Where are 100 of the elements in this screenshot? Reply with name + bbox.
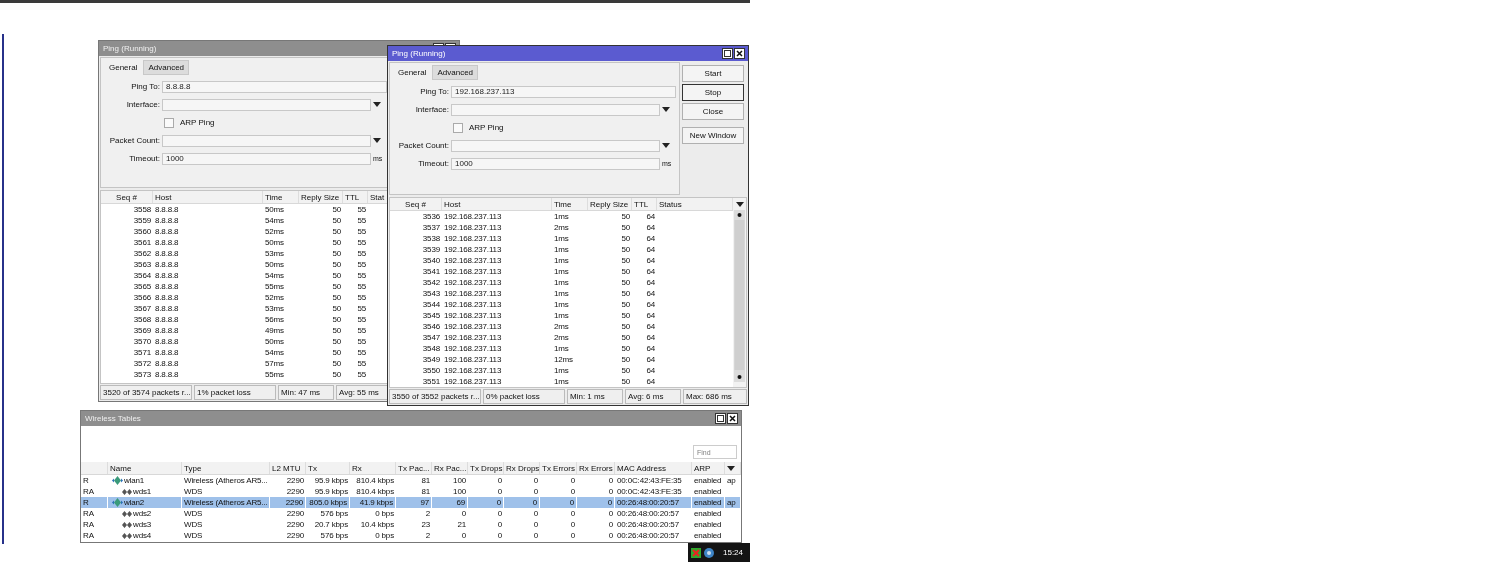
action-button[interactable]: Close: [682, 103, 744, 120]
action-button[interactable]: Start: [682, 65, 744, 82]
table-cell-text: 55: [356, 303, 367, 314]
maximize-button[interactable]: [715, 413, 726, 424]
table-row[interactable]: R wlan2 Wireless (Atheros AR5... 2290 805.0 kbps 41.9 kbps 97 69 0 0 0 0 00:26:48:00:20:57 enabled ap: [81, 497, 741, 508]
checkbox[interactable]: [164, 117, 174, 128]
table-cell-text: 81: [420, 475, 431, 486]
table-cell-text: 192.168.237.113: [443, 222, 503, 233]
column-header[interactable]: Rx Drops: [504, 462, 540, 474]
column-header[interactable]: Host: [153, 191, 263, 203]
table-row[interactable]: RA wds3 WDS 2290 20.7 kbps 10.4 kbps 23 21 0 0 0 0 00:26:48:00:20:57 enabled: [81, 519, 741, 530]
text-field[interactable]: 1000: [162, 152, 371, 165]
table-cell-text: 55: [356, 369, 367, 380]
column-header[interactable]: TTL: [632, 198, 657, 210]
column-header[interactable]: TTL: [343, 191, 368, 203]
column-header[interactable]: Rx: [350, 462, 396, 474]
table-cell-text: 55: [356, 347, 367, 358]
table-cell-text: 8.8.8.8: [154, 292, 180, 303]
column-header[interactable]: Rx Errors: [577, 462, 615, 474]
checkbox[interactable]: [453, 122, 463, 133]
column-header[interactable]: Tx Drops: [468, 462, 504, 474]
column-header[interactable]: Host: [442, 198, 552, 210]
tab[interactable]: Advanced: [143, 60, 190, 75]
table-cell-text: 192.168.237.113: [443, 277, 503, 288]
table-cell-text: 54ms: [264, 215, 285, 226]
action-button[interactable]: New Window: [682, 127, 744, 144]
column-header[interactable]: Rx Pac...: [432, 462, 468, 474]
table-cell-text: 3568: [132, 314, 152, 325]
table-cell-text: 50: [620, 299, 631, 310]
table-cell-text: 55: [356, 226, 367, 237]
table-cell-text: 21: [456, 519, 467, 530]
status-text: Min: 47 ms: [278, 385, 334, 400]
field-label: Timeout:: [417, 159, 449, 168]
table-cell-text: 49ms: [264, 325, 285, 336]
text-field[interactable]: 8.8.8.8: [162, 80, 387, 93]
table-cell-text: 3572: [132, 358, 152, 369]
dropdown-field[interactable]: [451, 139, 660, 152]
column-header[interactable]: Tx: [306, 462, 350, 474]
column-header[interactable]: Seq #: [390, 198, 442, 210]
caret-icon[interactable]: [373, 138, 381, 143]
scrollbar[interactable]: [734, 210, 745, 382]
dropdown-field[interactable]: [162, 98, 371, 111]
caret-icon[interactable]: [727, 465, 735, 471]
status-text: 1% packet loss: [194, 385, 276, 400]
dropdown-field[interactable]: [451, 103, 660, 116]
column-header[interactable]: Reply Size: [588, 198, 632, 210]
dropdown-field[interactable]: [162, 134, 371, 147]
table-cell-text: 192.168.237.113: [443, 299, 503, 310]
field-label: Ping To:: [130, 82, 160, 91]
column-header[interactable]: ARP: [692, 462, 725, 474]
caret-icon[interactable]: [373, 102, 381, 107]
column-header[interactable]: Tx Errors: [540, 462, 577, 474]
caret-icon[interactable]: [662, 143, 670, 148]
globe-icon[interactable]: [704, 547, 714, 558]
table-cell-text: 3573: [132, 369, 152, 380]
table-cell-text: 50: [620, 321, 631, 332]
table-cell-text: 0: [607, 530, 614, 541]
table-cell-text: 0: [532, 508, 539, 519]
text-field[interactable]: 192.168.237.113: [451, 85, 676, 98]
close-button[interactable]: [727, 413, 738, 424]
table-cell-text: 64: [645, 233, 656, 244]
text-field[interactable]: 1000: [451, 157, 660, 170]
table-cell-text: 2ms: [553, 332, 570, 343]
table-cell-text: 0: [496, 530, 503, 541]
table-row[interactable]: RA wds1 WDS 2290 95.9 kbps 810.4 kbps 81 100 0 0 0 0 00:0C:42:43:FE:35 enabled: [81, 486, 741, 497]
caret-icon[interactable]: [735, 201, 744, 207]
table-cell-text: 0: [569, 519, 576, 530]
table-row[interactable]: RA wds2 WDS 2290 576 bps 0 bps 2 0 0 0 0 0 00:26:48:00:20:57 enabled: [81, 508, 741, 519]
column-header[interactable]: L2 MTU: [270, 462, 306, 474]
tab[interactable]: Advanced: [432, 65, 479, 80]
action-button[interactable]: Stop: [682, 84, 744, 101]
column-header[interactable]: Time: [263, 191, 299, 203]
network-icon[interactable]: [691, 547, 701, 558]
table-cell-text: enabled: [693, 519, 723, 530]
table-cell-text: 0 bps: [374, 508, 395, 519]
table-cell-text: 1ms: [553, 266, 570, 277]
table-cell-text: 50: [620, 332, 631, 343]
table-cell-text: 0: [496, 486, 503, 497]
table-cell-text: 00:0C:42:43:FE:35: [616, 475, 683, 486]
column-header[interactable]: MAC Address: [615, 462, 692, 474]
status-text: 3520 of 3574 packets r...: [100, 385, 192, 400]
table-cell-text: 8.8.8.8: [154, 369, 180, 380]
table-row[interactable]: RA wds4 WDS 2290 576 bps 0 bps 2 0 0 0 0 0 00:26:48:00:20:57 enabled: [81, 530, 741, 541]
field-label: Packet Count:: [108, 136, 160, 145]
close-button[interactable]: [734, 48, 745, 59]
column-header[interactable]: Tx Pac...: [396, 462, 432, 474]
table-cell-text: 50: [620, 343, 631, 354]
column-header[interactable]: Reply Size: [299, 191, 343, 203]
table-cell-text: RA: [82, 508, 95, 519]
table-cell-text: 50: [620, 244, 631, 255]
column-header[interactable]: Seq #: [101, 191, 153, 203]
column-header[interactable]: Time: [552, 198, 588, 210]
column-header[interactable]: Name: [108, 462, 182, 474]
maximize-button[interactable]: [722, 48, 733, 59]
table-row[interactable]: R wlan1 Wireless (Atheros AR5... 2290 95.9 kbps 810.4 kbps 81 100 0 0 0 0 00:0C:42:43:FE:35 enabled ap: [81, 475, 741, 486]
caret-icon[interactable]: [662, 107, 670, 112]
table-cell-text: 64: [645, 310, 656, 321]
column-header[interactable]: Type: [182, 462, 270, 474]
table-cell-text: 55: [356, 270, 367, 281]
status-text: Min: 1 ms: [567, 389, 623, 404]
